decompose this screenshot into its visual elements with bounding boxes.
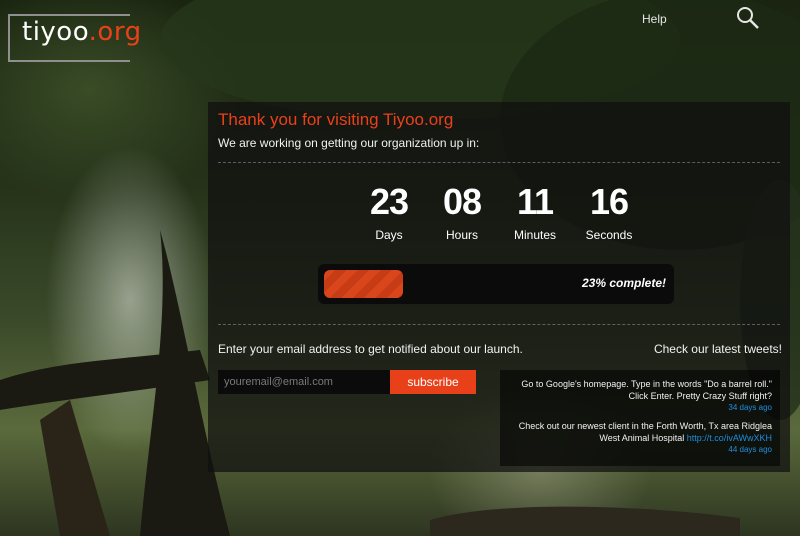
logo-main-text: tiyoo bbox=[22, 17, 89, 47]
subscribe-button[interactable]: subscribe bbox=[390, 370, 476, 394]
tweet-time[interactable]: 34 days ago bbox=[512, 402, 772, 414]
tweet-text: Go to Google's homepage. Type in the wor… bbox=[521, 379, 772, 401]
countdown-days: 23 Days bbox=[354, 181, 424, 243]
tweet-item: Check out our newest client in the Forth… bbox=[512, 420, 772, 456]
tweets-heading: Check our latest tweets! bbox=[653, 342, 782, 356]
countdown-minutes: 11 Minutes bbox=[500, 181, 570, 243]
page-subtitle: We are working on getting our organizati… bbox=[218, 136, 480, 150]
main-panel: Thank you for visiting Tiyoo.org We are … bbox=[208, 102, 790, 472]
tweet-item: Go to Google's homepage. Type in the wor… bbox=[512, 378, 772, 414]
subscribe-label: Enter your email address to get notified… bbox=[218, 342, 523, 356]
countdown-hours: 08 Hours bbox=[427, 181, 497, 243]
email-input[interactable] bbox=[218, 370, 402, 394]
countdown-label: Hours bbox=[445, 228, 478, 242]
progress-bar: 23% complete! bbox=[318, 264, 674, 304]
countdown-value: 08 bbox=[442, 181, 482, 222]
progress-fill bbox=[324, 270, 403, 298]
tweets-list: Go to Google's homepage. Type in the wor… bbox=[500, 370, 780, 466]
countdown-value: 16 bbox=[589, 181, 629, 222]
countdown-value: 11 bbox=[516, 181, 554, 222]
countdown-label: Days bbox=[375, 228, 403, 242]
tweet-link[interactable]: http://t.co/ivAWwXKH bbox=[687, 433, 772, 443]
countdown-label: Minutes bbox=[513, 228, 557, 242]
divider bbox=[218, 162, 780, 163]
search-icon bbox=[737, 7, 759, 29]
countdown-seconds: 16 Seconds bbox=[574, 181, 644, 243]
help-link[interactable]: Help bbox=[642, 12, 667, 26]
tweet-time[interactable]: 44 days ago bbox=[512, 444, 772, 456]
countdown-value: 23 bbox=[369, 181, 409, 222]
top-bar: tiyoo.org Help bbox=[0, 0, 800, 62]
logo-accent-text: .org bbox=[88, 17, 142, 47]
countdown-label: Seconds bbox=[585, 228, 633, 242]
progress-text: 23% complete! bbox=[581, 276, 666, 290]
page-title: Thank you for visiting Tiyoo.org bbox=[218, 110, 454, 129]
site-logo[interactable]: tiyoo.org bbox=[22, 17, 142, 47]
divider bbox=[218, 324, 780, 325]
search-button[interactable] bbox=[736, 6, 760, 30]
